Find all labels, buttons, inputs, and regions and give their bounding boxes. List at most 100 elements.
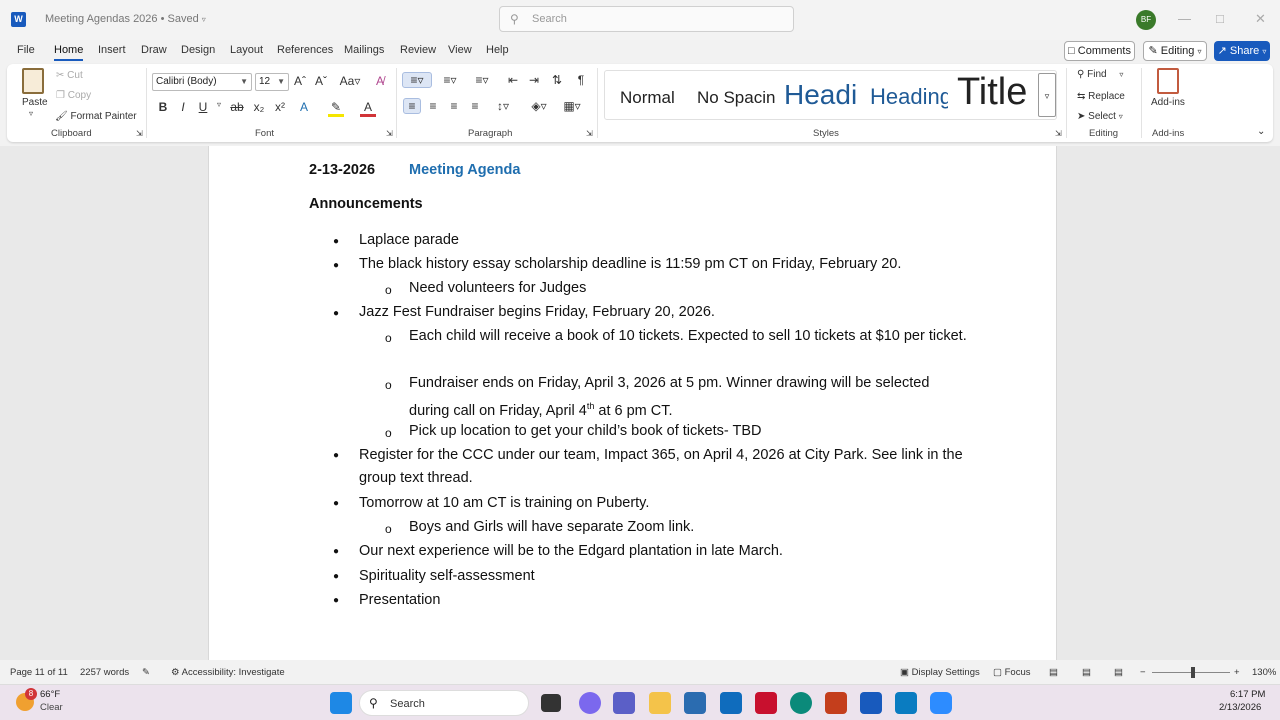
- edge-icon[interactable]: [790, 692, 812, 714]
- collapse-ribbon-icon[interactable]: ⌄: [1257, 126, 1265, 137]
- task-view-icon[interactable]: [541, 694, 561, 712]
- change-case-icon[interactable]: Aa▿: [338, 74, 362, 88]
- tab-file[interactable]: File: [17, 44, 35, 56]
- align-center-icon[interactable]: ≡: [425, 99, 441, 113]
- powerpoint-icon[interactable]: [825, 692, 847, 714]
- clear-formatting-icon[interactable]: A̸: [372, 74, 388, 88]
- word-taskbar-icon[interactable]: [860, 692, 882, 714]
- taskbar-search[interactable]: ⚲ Search: [359, 690, 529, 716]
- grow-font-icon[interactable]: Aˆ: [292, 74, 308, 88]
- focus-button[interactable]: ▢ Focus: [993, 667, 1031, 678]
- underline-dropdown-icon[interactable]: ▿: [211, 100, 227, 109]
- strikethrough-icon[interactable]: ab: [229, 100, 245, 114]
- tab-design[interactable]: Design: [181, 44, 215, 56]
- bullets-icon[interactable]: ≡▿: [402, 72, 432, 88]
- tab-references[interactable]: References: [277, 44, 333, 56]
- copy-button[interactable]: ❐ Copy: [56, 90, 91, 101]
- read-mode-icon[interactable]: ▤: [1049, 667, 1058, 678]
- teams-icon[interactable]: [613, 692, 635, 714]
- zoom-out-icon[interactable]: −: [1140, 667, 1146, 678]
- zoom-level[interactable]: 130%: [1252, 667, 1276, 678]
- weather-condition[interactable]: Clear: [40, 702, 63, 713]
- tab-home[interactable]: Home: [54, 44, 84, 61]
- share-button[interactable]: ↗ Share ▿: [1214, 41, 1270, 61]
- styles-more-dropdown[interactable]: ▿: [1038, 73, 1056, 117]
- tab-draw[interactable]: Draw: [141, 44, 167, 56]
- shading-icon[interactable]: ◈▿: [527, 99, 551, 113]
- outlook-icon[interactable]: [720, 692, 742, 714]
- store-icon[interactable]: [684, 692, 706, 714]
- tab-insert[interactable]: Insert: [98, 44, 126, 56]
- style-heading-1[interactable]: Headi: [784, 79, 857, 111]
- underline-icon[interactable]: U: [195, 100, 211, 114]
- numbering-icon[interactable]: ≡▿: [438, 73, 462, 87]
- align-right-icon[interactable]: ≡: [446, 99, 462, 113]
- style-title[interactable]: Title: [957, 71, 1027, 114]
- replace-button[interactable]: ⇆ Replace: [1077, 91, 1125, 102]
- superscript-icon[interactable]: x²: [272, 100, 288, 114]
- tab-view[interactable]: View: [448, 44, 472, 56]
- file-explorer-icon[interactable]: [649, 692, 671, 714]
- editing-mode-button[interactable]: ✎ Editing ▿: [1143, 41, 1207, 61]
- avatar[interactable]: BF: [1136, 10, 1156, 30]
- addins-icon[interactable]: [1157, 68, 1179, 94]
- display-settings-button[interactable]: ▣ Display Settings: [900, 667, 980, 678]
- style-heading-2[interactable]: Heading: [870, 84, 948, 110]
- text-effects-icon[interactable]: A: [296, 100, 312, 114]
- highlight-color-icon[interactable]: ✎: [328, 100, 344, 117]
- decrease-indent-icon[interactable]: ⇤: [505, 73, 521, 87]
- sort-icon[interactable]: ⇅: [549, 73, 565, 87]
- justify-icon[interactable]: ≡: [467, 99, 483, 113]
- style-no-spacing[interactable]: No Spacin: [697, 88, 775, 108]
- clipboard-launcher-icon[interactable]: ⇲: [136, 129, 143, 138]
- clock-date[interactable]: 2/13/2026: [1219, 702, 1261, 713]
- whiteboard-icon[interactable]: [895, 692, 917, 714]
- zoom-slider-handle[interactable]: [1191, 667, 1195, 678]
- copilot-icon[interactable]: [579, 692, 601, 714]
- find-button[interactable]: ⚲ Find ▿: [1077, 69, 1123, 80]
- borders-icon[interactable]: ▦▿: [560, 99, 584, 113]
- font-launcher-icon[interactable]: ⇲: [386, 129, 393, 138]
- title-search-box[interactable]: ⚲ Search: [499, 6, 794, 32]
- align-left-icon[interactable]: ≡: [403, 98, 421, 114]
- word-count[interactable]: 2257 words: [80, 667, 129, 678]
- document-page[interactable]: 2-13-2026 Meeting Agenda Announcements ●…: [208, 146, 1057, 660]
- show-formatting-icon[interactable]: ¶: [573, 73, 589, 87]
- paste-button[interactable]: Paste: [22, 97, 48, 108]
- paragraph-launcher-icon[interactable]: ⇲: [586, 129, 593, 138]
- print-layout-icon[interactable]: ▤: [1082, 667, 1091, 678]
- line-spacing-icon[interactable]: ↕▿: [490, 99, 516, 113]
- close-icon[interactable]: ✕: [1255, 11, 1266, 27]
- accessibility-status[interactable]: ⚙ Accessibility: Investigate: [171, 667, 285, 678]
- select-button[interactable]: ➤ Select ▿: [1077, 111, 1123, 122]
- font-color-icon[interactable]: A: [360, 100, 376, 117]
- multilevel-list-icon[interactable]: ≡▿: [470, 73, 494, 87]
- subscript-icon[interactable]: x₂: [251, 100, 267, 114]
- addins-button[interactable]: Add-ins: [1151, 97, 1185, 108]
- italic-icon[interactable]: I: [175, 100, 191, 114]
- style-normal[interactable]: Normal: [620, 88, 675, 108]
- page-count[interactable]: Page 11 of 11: [10, 667, 68, 678]
- comments-button[interactable]: □ Comments: [1064, 41, 1135, 61]
- tab-layout[interactable]: Layout: [230, 44, 263, 56]
- clock-time[interactable]: 6:17 PM: [1230, 689, 1265, 700]
- tab-help[interactable]: Help: [486, 44, 509, 56]
- font-name-combo[interactable]: Calibri (Body) ▼: [152, 73, 252, 91]
- zoom-in-icon[interactable]: +: [1234, 667, 1240, 678]
- font-size-combo[interactable]: 12 ▼: [255, 73, 289, 91]
- windows-start-icon[interactable]: [330, 692, 352, 714]
- paste-icon[interactable]: [22, 68, 44, 94]
- weather-temperature[interactable]: 66°F: [40, 689, 60, 700]
- shrink-font-icon[interactable]: Aˇ: [313, 74, 329, 88]
- styles-launcher-icon[interactable]: ⇲: [1055, 129, 1062, 138]
- web-layout-icon[interactable]: ▤: [1114, 667, 1123, 678]
- paste-dropdown-icon[interactable]: ▿: [29, 109, 33, 118]
- tab-mailings[interactable]: Mailings: [344, 44, 384, 56]
- tab-review[interactable]: Review: [400, 44, 436, 56]
- maximize-icon[interactable]: □: [1216, 11, 1224, 26]
- cut-button[interactable]: ✂ Cut: [56, 70, 83, 81]
- document-title[interactable]: Meeting Agendas 2026 • Saved ▿: [45, 13, 206, 25]
- zoom-icon[interactable]: [930, 692, 952, 714]
- increase-indent-icon[interactable]: ⇥: [526, 73, 542, 87]
- mcafee-icon[interactable]: [755, 692, 777, 714]
